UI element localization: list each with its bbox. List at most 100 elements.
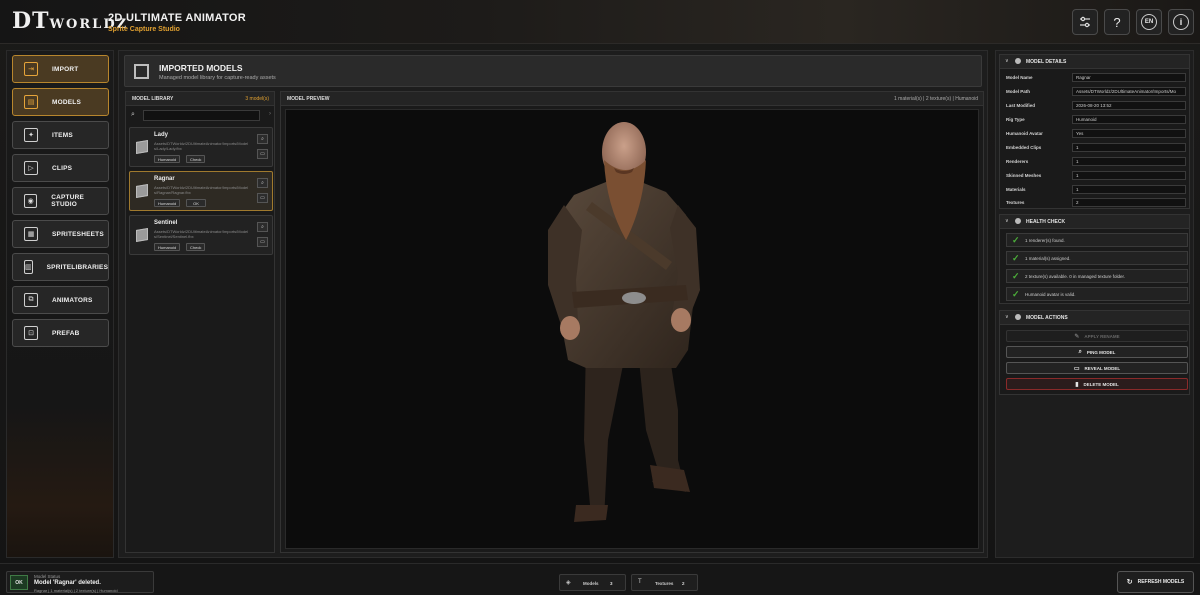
chevron-down-icon: ∨: [1005, 218, 1009, 224]
folder-icon[interactable]: ▭: [257, 149, 268, 159]
clear-search-icon[interactable]: ›: [269, 111, 271, 117]
model-library-panel: MODEL LIBRARY 3 model(s) ⌕ › Lady Assets…: [125, 91, 275, 553]
detail-key: Humanoid Avatar: [1006, 131, 1043, 136]
folder-icon[interactable]: ▭: [257, 193, 268, 203]
app-window: DTWORLDZ 2D ULTIMATE ANIMATOR Sprite Cap…: [0, 0, 1200, 595]
spritesheet-icon: ▦: [24, 227, 38, 241]
check-icon: ✓: [1012, 235, 1020, 245]
health-item-text: 1 material(s) assigned.: [1025, 256, 1071, 261]
health-check-section: ∨ HEALTH CHECK ✓ 1 renderer(s) found. ✓ 1 …: [999, 214, 1190, 304]
status-badge: OK: [10, 575, 28, 590]
zoom-icon[interactable]: ⌕: [257, 134, 268, 144]
folder-icon[interactable]: ▭: [257, 237, 268, 247]
status-bar: OK Model Status Model 'Ragnar' deleted. …: [0, 563, 1200, 595]
model-details-header[interactable]: ∨ MODEL DETAILS: [1000, 55, 1189, 69]
info-button[interactable]: i: [1168, 9, 1194, 35]
detail-key: Skinned Meshes: [1006, 173, 1042, 178]
cube-icon: [136, 183, 148, 199]
model-path: Assets/DTWorldz/2DUltimateAnimator/Impor…: [154, 229, 249, 239]
model-card-ragnar[interactable]: Ragnar Assets/DTWorldz/2DUltimateAnimato…: [129, 171, 273, 211]
zoom-icon[interactable]: ⌕: [257, 178, 268, 188]
detail-row-rig-type: Rig Type Humanoid: [1006, 115, 1188, 125]
character-model: [548, 122, 700, 522]
ping-model-button[interactable]: ⌕ PING MODEL: [1006, 346, 1188, 358]
sidebar-item-animators[interactable]: ⧉ ANIMATORS: [12, 286, 109, 314]
delete-model-button[interactable]: ▮ DELETE MODEL: [1006, 378, 1188, 390]
model-path: Assets/DTWorldz/2DUltimateAnimator/Impor…: [154, 141, 249, 151]
status-badge: OK: [186, 199, 206, 207]
app-subtitle: Sprite Capture Studio: [108, 26, 180, 33]
sidebar-item-models[interactable]: ▤ MODELS: [12, 88, 109, 116]
check-icon: ✓: [1012, 253, 1020, 263]
health-item-text: 2 texture(s) available. 0 in managed tex…: [1025, 274, 1126, 279]
search-input[interactable]: [143, 110, 260, 121]
sidebar: ⇥ IMPORT ▤ MODELS ✦ ITEMS ▷ CLIPS ◉ CAPTURE S…: [6, 50, 114, 558]
detail-key: Model Path: [1006, 89, 1031, 94]
app-title: 2D ULTIMATE ANIMATOR: [108, 12, 246, 24]
page-subtitle: Managed model library for capture-ready …: [159, 75, 276, 81]
sidebar-item-label: PREFAB: [52, 329, 80, 337]
detail-value: 1: [1072, 185, 1186, 194]
animator-icon: ⧉: [24, 293, 38, 307]
detail-key: Model Name: [1006, 75, 1033, 80]
detail-row-model-name: Model Name Ragnar: [1006, 73, 1188, 83]
section-title: MODEL ACTIONS: [1026, 315, 1068, 321]
help-button[interactable]: ?: [1104, 9, 1130, 35]
sidebar-item-label: SPRITESHEETS: [52, 230, 104, 238]
settings-button[interactable]: [1072, 9, 1098, 35]
model-name: Ragnar: [154, 176, 175, 182]
model-card-sentinel[interactable]: Sentinel Assets/DTWorldz/2DUltimateAnima…: [129, 215, 273, 255]
sidebar-item-spritelibraries[interactable]: ▥ SPRITELIBRARIES: [12, 253, 109, 281]
page-header: IMPORTED MODELS Managed model library fo…: [124, 55, 982, 87]
model-name: Sentinel: [154, 220, 178, 226]
sidebar-item-spritesheets[interactable]: ▦ SPRITESHEETS: [12, 220, 109, 248]
status-label: Model Status: [34, 574, 61, 579]
sidebar-item-prefab[interactable]: ⊡ PREFAB: [12, 319, 109, 347]
chip-value: 3: [610, 581, 613, 586]
sidebar-item-import[interactable]: ⇥ IMPORT: [12, 55, 109, 83]
sidebar-item-items[interactable]: ✦ ITEMS: [12, 121, 109, 149]
model-card-lady[interactable]: Lady Assets/DTWorldz/2DUltimateAnimator/…: [129, 127, 273, 167]
texture-icon: T: [638, 579, 642, 585]
gear-icon: [1015, 314, 1021, 320]
model-actions-section: ∨ MODEL ACTIONS ✎ APPLY RENAME ⌕ PING MODE…: [999, 310, 1190, 395]
chevron-down-icon: ∨: [1005, 58, 1009, 64]
health-item: ✓ 1 renderer(s) found.: [1006, 233, 1188, 247]
items-icon: ✦: [24, 128, 38, 142]
model-status: OK Model Status Model 'Ragnar' deleted. …: [6, 571, 154, 593]
sidebar-item-label: IMPORT: [52, 65, 79, 73]
health-item: ✓ Humanoid avatar is valid.: [1006, 287, 1188, 301]
clips-icon: ▷: [24, 161, 38, 175]
refresh-models-button[interactable]: ↻ REFRESH MODELS: [1117, 571, 1194, 593]
textures-count-chip: T Textures 2: [631, 574, 698, 591]
globe-icon: EN: [1141, 14, 1157, 30]
folder-icon: ▭: [1073, 365, 1080, 372]
model-name-field[interactable]: Ragnar: [1072, 73, 1186, 82]
status-detail: Ragnar | 1 material(s) | 2 texture(s) | …: [34, 588, 118, 593]
reveal-model-button[interactable]: ▭ REVEAL MODEL: [1006, 362, 1188, 374]
language-button[interactable]: EN: [1136, 9, 1162, 35]
refresh-icon: ↻: [1126, 579, 1133, 586]
zoom-icon[interactable]: ⌕: [257, 222, 268, 232]
cube-icon: [134, 64, 149, 79]
model-library-header: MODEL LIBRARY 3 model(s): [126, 92, 274, 106]
health-check-header[interactable]: ∨ HEALTH CHECK: [1000, 215, 1189, 229]
model-actions-header[interactable]: ∨ MODEL ACTIONS: [1000, 311, 1189, 325]
detail-value: 1: [1072, 143, 1186, 152]
detail-row-materials: Materials 1: [1006, 185, 1188, 195]
chip-value: 2: [682, 581, 685, 586]
detail-key: Last Modified: [1006, 103, 1035, 108]
detail-value: Yes: [1072, 129, 1186, 138]
detail-key: Renderers: [1006, 159, 1029, 164]
detail-row-textures: Textures 2: [1006, 198, 1188, 208]
search-icon: ⌕: [1078, 348, 1082, 355]
sidebar-item-capture-studio[interactable]: ◉ CAPTURE STUDIO: [12, 187, 109, 215]
model-library-title: MODEL LIBRARY: [132, 96, 174, 102]
apply-rename-button[interactable]: ✎ APPLY RENAME: [1006, 330, 1188, 342]
rig-badge: Humanoid: [154, 155, 181, 163]
sidebar-item-clips[interactable]: ▷ CLIPS: [12, 154, 109, 182]
pencil-icon: ✎: [1074, 333, 1080, 340]
preview-viewport[interactable]: [285, 109, 979, 549]
detail-value: 1: [1072, 171, 1186, 180]
model-preview-title: MODEL PREVIEW: [287, 96, 330, 102]
